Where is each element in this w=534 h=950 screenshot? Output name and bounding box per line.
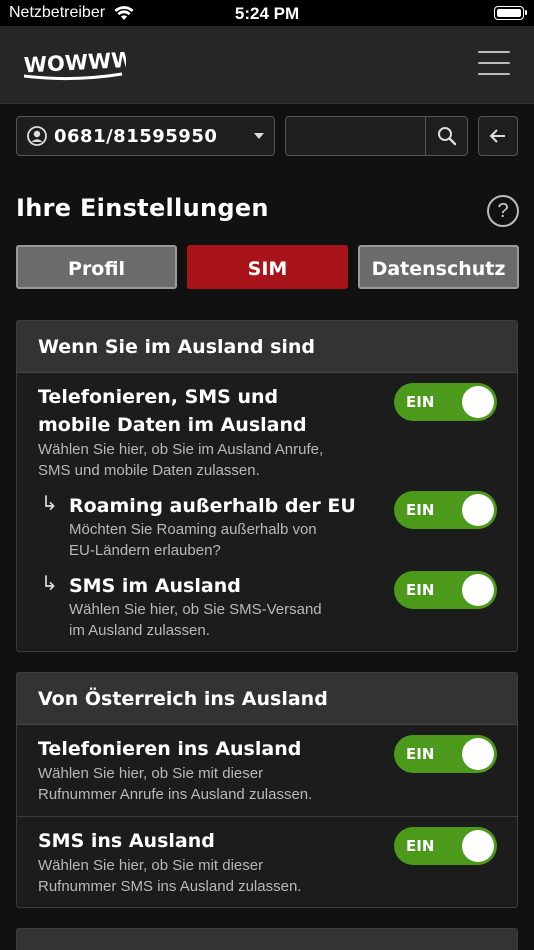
setting-row-roaming-all: Telefonieren, SMS und mobile Daten im Au… [17,373,517,493]
setting-title: Telefonieren, SMS und [38,386,279,408]
toggle-knob [462,830,494,862]
toggle-knob [462,386,494,418]
tab-profil[interactable]: Profil [16,245,177,289]
toggle-label: EIN [406,581,435,599]
toggle-switch[interactable]: EIN [394,383,497,421]
search-box [285,116,468,156]
clock: 5:24 PM [234,4,300,23]
arrow-left-icon [489,129,505,143]
sub-item-arrow-icon: ↳ [41,493,58,515]
search-input[interactable] [286,117,426,155]
wowww-logo[interactable]: WOWWW! [22,48,126,84]
section-abroad: Wenn Sie im Ausland sind Telefonieren, S… [16,320,518,652]
phone-number-select[interactable]: 0681/81595950 [16,116,275,156]
setting-row-sms-to-abroad: SMS ins Ausland Wählen Sie hier, ob Sie … [17,817,517,907]
tab-sim[interactable]: SIM [187,245,348,289]
setting-title: Roaming außerhalb der EU [69,495,356,517]
toggle-knob [462,574,494,606]
toggle-label: EIN [406,837,435,855]
setting-description: Wählen Sie hier, ob Sie SMS-Versand [69,601,322,618]
status-bar: Netzbetreiber 5:24 PM [0,0,534,26]
setting-description: im Ausland zulassen. [69,622,210,639]
section-title: Von Österreich ins Ausland [17,673,517,725]
hamburger-menu-icon[interactable] [478,51,510,79]
selected-phone-number: 0681/81595950 [54,126,218,147]
help-icon[interactable]: ? [487,195,519,227]
section-austria-to-abroad: Von Österreich ins Ausland Telefonieren … [16,672,518,908]
toggle-switch[interactable]: EIN [394,571,497,609]
setting-title: SMS im Ausland [69,575,241,597]
sub-item-arrow-icon: ↳ [41,573,58,595]
setting-row-roaming-non-eu: ↳ Roaming außerhalb der EU Möchten Sie R… [17,489,517,569]
toggle-label: EIN [406,745,435,763]
setting-description: Wählen Sie hier, ob Sie mit dieser [38,765,264,782]
toggle-knob [462,738,494,770]
setting-row-calls-abroad: Telefonieren ins Ausland Wählen Sie hier… [17,725,517,817]
setting-description: EU-Ländern erlauben? [69,542,221,559]
section-title: Wenn Sie im Ausland sind [17,321,517,373]
user-circle-icon [27,126,47,146]
chevron-down-icon [254,133,264,139]
search-icon [438,127,457,146]
section-next-partial [16,928,518,950]
app-header: WOWWW! [0,26,534,104]
page-title: Ihre Einstellungen [16,194,269,222]
setting-description: Rufnummer SMS ins Ausland zulassen. [38,878,302,895]
toggle-switch[interactable]: EIN [394,827,497,865]
setting-description: Rufnummer Anrufe ins Ausland zulassen. [38,786,313,803]
setting-description: Wählen Sie hier, ob Sie im Ausland Anruf… [38,441,324,458]
search-button[interactable] [425,117,467,155]
setting-description: SMS und mobile Daten zulassen. [38,462,260,479]
toggle-label: EIN [406,501,435,519]
toggle-knob [462,494,494,526]
setting-row-sms-abroad: ↳ SMS im Ausland Wählen Sie hier, ob Sie… [17,569,517,649]
setting-description: Wählen Sie hier, ob Sie mit dieser [38,857,264,874]
svg-text:WOWWW!: WOWWW! [23,48,126,77]
setting-title: mobile Daten im Ausland [38,414,307,436]
setting-title: Telefonieren ins Ausland [38,738,302,760]
back-button[interactable] [478,116,518,156]
toggle-switch[interactable]: EIN [394,735,497,773]
toggle-switch[interactable]: EIN [394,491,497,529]
setting-title: SMS ins Ausland [38,830,215,852]
battery-icon [494,6,527,20]
tab-datenschutz[interactable]: Datenschutz [358,245,519,289]
setting-description: Möchten Sie Roaming außerhalb von [69,521,317,538]
section-title [17,929,517,950]
toggle-label: EIN [406,393,435,411]
